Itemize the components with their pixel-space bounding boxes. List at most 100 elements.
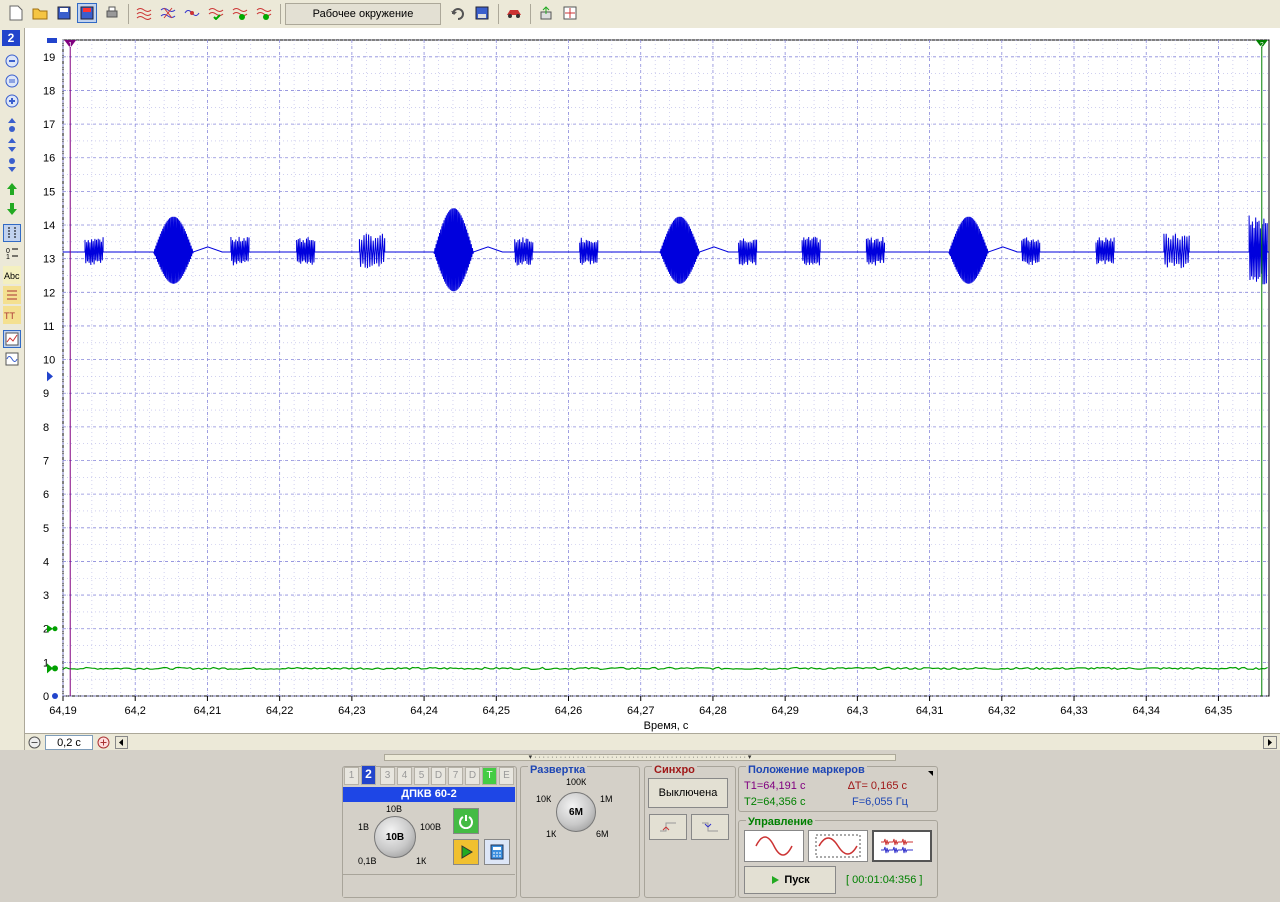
channel-tab-1[interactable]: 2 xyxy=(361,765,376,785)
scale-down-icon[interactable] xyxy=(3,156,21,174)
control-area: ▾ · · · · · · · · · · · · · · · · · · · … xyxy=(0,750,1280,902)
y-tick-label: 14 xyxy=(43,220,55,232)
export-icon[interactable] xyxy=(536,3,556,23)
y-tick-label: 15 xyxy=(43,186,55,198)
play-icon xyxy=(772,876,780,884)
channel-tab-9[interactable]: E xyxy=(499,767,514,785)
marker-t1: T1=64,191 с xyxy=(744,780,806,792)
open-folder-icon[interactable] xyxy=(30,3,50,23)
time-scrollbar[interactable]: 0,2 с xyxy=(25,733,1280,751)
sync-rising-edge-button[interactable] xyxy=(649,814,687,840)
single-sweep-button[interactable] xyxy=(744,830,804,862)
scroll-left-icon[interactable] xyxy=(115,736,128,749)
markers-title: Положение маркеров xyxy=(746,764,867,776)
arrow-down-green-icon[interactable] xyxy=(3,200,21,218)
sweep-knob-label-left: 10К xyxy=(536,794,552,804)
svg-text:TT: TT xyxy=(4,311,15,321)
zoom-in-time-icon[interactable] xyxy=(97,736,110,749)
waves-icon[interactable] xyxy=(134,3,154,23)
x-tick-label: 64,29 xyxy=(771,705,799,717)
undo-icon[interactable] xyxy=(448,3,468,23)
font-icon[interactable]: TT xyxy=(3,306,21,324)
sweep-knob-label-top: 100К xyxy=(566,777,587,787)
oscillogram-plot[interactable]: 0 1 2 3 4 5 6 7 8 9 10 11 12 13 14 15 16 17 18 19 64,19 64,2 6… xyxy=(25,28,1280,734)
scale-center-icon[interactable] xyxy=(3,136,21,154)
y-tick-label: 19 xyxy=(43,52,55,64)
print-icon[interactable] xyxy=(102,3,122,23)
chart-view-icon[interactable] xyxy=(3,330,21,348)
voltage-knob[interactable]: 10В xyxy=(374,816,416,858)
active-channel-badge[interactable]: 2 xyxy=(2,30,20,46)
zoom-fit-icon[interactable] xyxy=(3,72,21,90)
calculator-button[interactable] xyxy=(484,839,510,865)
svg-text:Abc: Abc xyxy=(4,271,20,281)
channel-tab-8[interactable]: T xyxy=(482,767,497,785)
y-tick-label: 0 xyxy=(43,691,49,703)
y-tick-label: 11 xyxy=(43,321,54,333)
channel-tab-5[interactable]: D xyxy=(431,767,446,785)
zoom-in-icon[interactable] xyxy=(3,92,21,110)
sync-mode-dropdown[interactable]: Выключена xyxy=(648,778,728,808)
x-tick-label: 64,34 xyxy=(1132,705,1160,717)
oscillogram-svg[interactable]: 01234567891011121314151617181964,19 64,2 6… xyxy=(25,28,1280,734)
top-range-marker xyxy=(47,38,57,43)
waves-link-icon[interactable] xyxy=(182,3,202,23)
channel-tab-3[interactable]: 4 xyxy=(397,767,412,785)
sweep-knob-label-bottom-left: 1К xyxy=(546,829,557,839)
sweep-title: Развертка xyxy=(528,764,588,776)
y-tick-label: 5 xyxy=(43,523,49,535)
timebase-value: 0,2 с xyxy=(57,736,81,749)
calculator-icon xyxy=(490,844,504,860)
zoom-out-icon[interactable] xyxy=(3,52,21,70)
text-label-icon[interactable]: Abc xyxy=(3,266,21,284)
start-button[interactable]: Пуск xyxy=(744,866,836,894)
sweep-knob[interactable]: 6М xyxy=(556,792,596,832)
repeat-sweep-button[interactable] xyxy=(808,830,868,862)
waves-cross-icon[interactable] xyxy=(158,3,178,23)
x-tick-label: 64,24 xyxy=(410,705,438,717)
continuous-record-button[interactable] xyxy=(872,830,932,862)
waves-info-icon[interactable] xyxy=(230,3,250,23)
trigger-arrow-green xyxy=(47,624,53,633)
panel-splitter[interactable]: ▾ · · · · · · · · · · · · · · · · · · · … xyxy=(384,754,896,761)
save-disk-icon[interactable] xyxy=(472,3,492,23)
x-tick-label: 64,27 xyxy=(627,705,655,717)
timebase-field[interactable]: 0,2 с xyxy=(45,735,93,750)
power-icon xyxy=(459,815,473,829)
marker-vertical-icon[interactable] xyxy=(3,224,21,242)
fit-icon[interactable] xyxy=(560,3,580,23)
x-tick-label: 64,22 xyxy=(266,705,294,717)
channel-power-button[interactable] xyxy=(453,808,479,834)
y-tick-label: 7 xyxy=(43,456,49,468)
workspace-dropdown[interactable]: Рабочее окружение xyxy=(285,3,441,25)
zoom-out-time-icon[interactable] xyxy=(28,736,41,749)
scroll-right-icon[interactable] xyxy=(1263,736,1277,749)
signal-view-icon[interactable] xyxy=(3,350,21,368)
new-file-icon[interactable] xyxy=(6,3,26,23)
recorder-waves-icon xyxy=(881,838,913,854)
marker-horizontal-icon[interactable]: 01 xyxy=(3,244,21,262)
waves-check-icon[interactable] xyxy=(206,3,226,23)
car-icon[interactable] xyxy=(504,3,524,23)
y-tick-label: 4 xyxy=(43,556,49,568)
channel-extra-field[interactable] xyxy=(343,874,515,897)
arrow-up-green-icon[interactable] xyxy=(3,180,21,198)
channel-tab-6[interactable]: 7 xyxy=(448,767,463,785)
x-tick-label: 64,19 xyxy=(49,705,77,717)
level-icon[interactable] xyxy=(3,286,21,304)
channel-tab-0[interactable]: 1 xyxy=(344,767,359,785)
trigger-dot-green xyxy=(52,626,58,632)
markers-menu-icon[interactable] xyxy=(928,771,933,776)
x-tick-label: 64,28 xyxy=(699,705,727,717)
channel-tab-2[interactable]: 3 xyxy=(380,767,395,785)
channel-tab-4[interactable]: 5 xyxy=(414,767,429,785)
waves-ok-icon[interactable] xyxy=(254,3,274,23)
save-icon[interactable] xyxy=(54,3,74,23)
channel-play-button[interactable] xyxy=(453,839,479,865)
sync-falling-edge-button[interactable] xyxy=(691,814,729,840)
side-toolbar: 2 01 Abc TT xyxy=(0,28,25,750)
scale-up-icon[interactable] xyxy=(3,116,21,134)
channel-tab-7[interactable]: D xyxy=(465,767,480,785)
x-tick-label: 64,33 xyxy=(1060,705,1088,717)
save-as-icon[interactable] xyxy=(77,3,97,23)
